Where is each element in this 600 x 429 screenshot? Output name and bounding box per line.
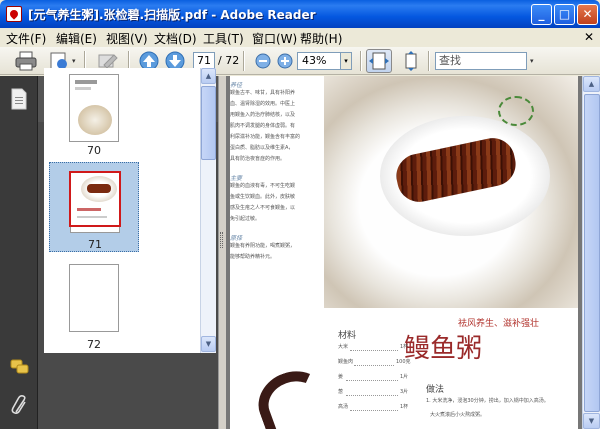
thumbnail-page-number: 72 bbox=[87, 338, 101, 351]
adobe-reader-icon bbox=[6, 6, 22, 22]
menu-file[interactable]: 文件(F) bbox=[6, 30, 46, 47]
doc-text-line: 肌肉不调发腿的身体虚弱。有 bbox=[230, 123, 296, 129]
scroll-down-button[interactable]: ▼ bbox=[583, 413, 600, 429]
scroll-up-button[interactable]: ▲ bbox=[583, 76, 600, 92]
doc-text-line: 鳗鱼有养阴功能，喝煮鳗粥， bbox=[230, 243, 296, 249]
material-amount: 3片 bbox=[400, 389, 409, 395]
close-button[interactable]: ✕ bbox=[577, 4, 598, 25]
thumbnail-item-selected[interactable]: 71 bbox=[49, 162, 139, 252]
document-page: 养径 鳗鱼古平、味甘，具有补阳养 血、温肾除湿的效用。中医上 用鳗鱼入药治疗肺结… bbox=[230, 76, 578, 429]
doc-text-line: 利尿滋补功能，鳗鱼含有丰富的 bbox=[230, 134, 301, 140]
doc-text-line: 具有防治夜盲症的作用。 bbox=[230, 156, 286, 162]
separator bbox=[243, 51, 245, 71]
doc-text-line: 鱼或生饮鳗血。此外，皮肤敏 bbox=[230, 194, 296, 200]
fit-page-icon bbox=[405, 51, 417, 71]
zoom-input[interactable]: 43% bbox=[297, 52, 341, 70]
maximize-button[interactable]: □ bbox=[554, 4, 575, 25]
doc-text-line: 血、温肾除湿的效用。中医上 bbox=[230, 101, 296, 107]
material-name: 葱 bbox=[338, 389, 344, 395]
material-name: 高汤 bbox=[338, 404, 349, 410]
attachments-icon[interactable] bbox=[10, 394, 30, 416]
method-line: 1. 大米洗净，浸泡30分钟，捞出，加入锅中加入高汤。 bbox=[426, 398, 549, 404]
fit-width-button[interactable] bbox=[366, 49, 392, 73]
document-scrollbar[interactable]: ▲ ▼ bbox=[582, 76, 600, 429]
method-heading: 做法 bbox=[426, 385, 445, 395]
fit-page-button[interactable] bbox=[398, 49, 424, 73]
material-amount: 1杯 bbox=[400, 404, 409, 410]
thumbnails-scrollbar[interactable]: ▲ ▼ bbox=[200, 68, 216, 353]
zoom-dropdown-icon[interactable]: ▾ bbox=[341, 52, 352, 70]
nav-icon-column bbox=[0, 76, 38, 429]
eel-illustration bbox=[249, 361, 337, 429]
material-amount: 100克 bbox=[396, 359, 411, 365]
doc-text-line: 免引起过敏。 bbox=[230, 216, 261, 222]
doc-text-line: 用鳗鱼入药治疗肺结核，以及 bbox=[230, 112, 296, 118]
zoom-out-icon[interactable] bbox=[254, 50, 272, 72]
page-thumbnail bbox=[69, 74, 119, 142]
minimize-button[interactable]: _ bbox=[531, 4, 552, 25]
dotted-line bbox=[350, 410, 398, 411]
materials-heading: 材料 bbox=[338, 331, 357, 341]
print-icon[interactable] bbox=[14, 50, 38, 72]
dotted-line bbox=[346, 395, 398, 396]
recipe-title: 鳗鱼粥 bbox=[404, 334, 483, 364]
document-viewer[interactable]: 养径 鳗鱼古平、味甘，具有补阳养 血、温肾除湿的效用。中医上 用鳗鱼入药治疗肺结… bbox=[226, 76, 600, 429]
comments-icon[interactable] bbox=[10, 358, 30, 376]
menu-view[interactable]: 视图(V) bbox=[106, 30, 148, 47]
menu-window[interactable]: 窗口(W) bbox=[252, 30, 297, 47]
menu-edit[interactable]: 编辑(E) bbox=[56, 30, 97, 47]
material-name: 姜 bbox=[338, 374, 344, 380]
doc-text-line: 鳗鱼的血液有毒，不可生吃鳗 bbox=[230, 183, 296, 189]
dotted-line bbox=[350, 350, 398, 351]
material-name: 鳗鱼肉 bbox=[338, 359, 354, 365]
doc-text-line: 鳗鱼古平、味甘，具有补阳养 bbox=[230, 90, 296, 96]
thumbnail-item[interactable]: 72 bbox=[49, 258, 139, 351]
splitter-grip-icon[interactable] bbox=[220, 232, 223, 248]
window-title: [元气养生粥].张检碧.扫描版.pdf - Adobe Reader bbox=[28, 8, 316, 22]
menu-bar: 文件(F) 编辑(E) 视图(V) 文档(D) 工具(T) 窗口(W) 帮助(H… bbox=[0, 28, 600, 47]
material-amount: 1片 bbox=[400, 374, 409, 380]
thumbnail-page-number: 70 bbox=[87, 144, 101, 157]
method-line: 大火煮滚后小火熬成粥。 bbox=[430, 412, 486, 418]
material-amount: 1杯 bbox=[400, 344, 409, 350]
share-dropdown-icon[interactable]: ▾ bbox=[72, 57, 76, 65]
scrollbar-thumb[interactable] bbox=[584, 94, 600, 412]
dotted-line bbox=[346, 380, 398, 381]
doc-text-line: 能够帮助养精补元。 bbox=[230, 254, 276, 260]
doc-text-line: 感及生疮之人不可食鳗鱼，以 bbox=[230, 205, 296, 211]
separator bbox=[360, 51, 362, 71]
dotted-line bbox=[354, 365, 394, 366]
separator bbox=[428, 51, 430, 71]
thumbnail-page-number: 71 bbox=[88, 238, 102, 251]
visible-region-indicator[interactable] bbox=[69, 171, 121, 227]
thumbnail-item[interactable]: 70 bbox=[49, 68, 139, 157]
zoom-in-icon[interactable] bbox=[276, 50, 294, 72]
page-thumbnail bbox=[69, 264, 119, 332]
scroll-up-button[interactable]: ▲ bbox=[201, 68, 216, 84]
find-input[interactable]: 查找 bbox=[435, 52, 527, 70]
document-close-button[interactable]: ✕ bbox=[584, 30, 594, 44]
page-total: / 72 bbox=[218, 54, 240, 67]
doc-text-line: 蛋白质、脂肪以及维生素A， bbox=[230, 145, 294, 151]
material-name: 大米 bbox=[338, 344, 349, 350]
thumbnails-list: 70 71 72 bbox=[44, 68, 216, 353]
pages-icon[interactable] bbox=[10, 88, 28, 110]
menu-tools[interactable]: 工具(T) bbox=[203, 30, 244, 47]
menu-document[interactable]: 文档(D) bbox=[154, 30, 197, 47]
eel-dish-photo bbox=[324, 76, 578, 308]
title-bar: [元气养生粥].张检碧.扫描版.pdf - Adobe Reader _ □ ✕ bbox=[0, 0, 600, 28]
herb-garnish bbox=[498, 96, 534, 126]
scrollbar-thumb[interactable] bbox=[201, 86, 216, 160]
fit-width-icon bbox=[369, 52, 389, 70]
find-dropdown-icon[interactable]: ▾ bbox=[530, 57, 534, 65]
scroll-down-button[interactable]: ▼ bbox=[201, 336, 216, 352]
menu-help[interactable]: 帮助(H) bbox=[300, 30, 342, 47]
panel-splitter[interactable] bbox=[218, 76, 226, 429]
